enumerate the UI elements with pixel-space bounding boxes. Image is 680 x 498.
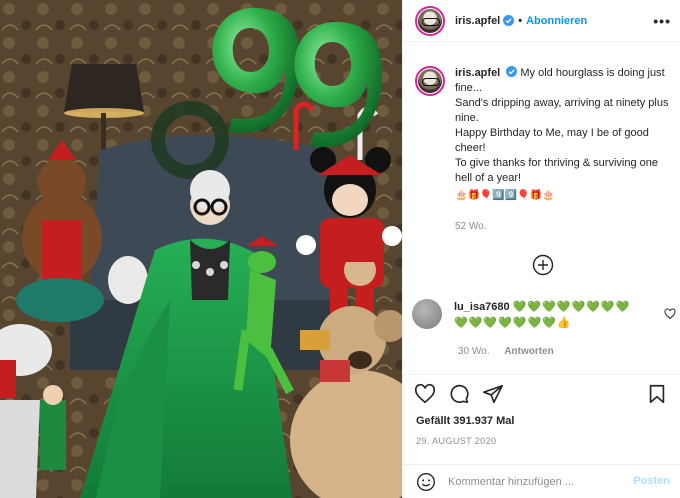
- comment-input[interactable]: [448, 476, 628, 488]
- reply-button[interactable]: Antworten: [504, 346, 553, 357]
- caption-line-2: Sand's dripping away, arriving at ninety…: [455, 97, 669, 124]
- actions-section: Gefällt 391.937 Mal 29. August 2020 Post…: [402, 374, 680, 498]
- photo-illustration: [0, 0, 402, 498]
- comment-meta: 30 Wo. Antworten: [458, 346, 554, 357]
- caption-line-4: To give thanks for thriving & surviving …: [455, 157, 658, 184]
- comment-bubble-icon[interactable]: [448, 383, 470, 405]
- emoji-smiley-icon[interactable]: [416, 472, 436, 492]
- lamp-shade: [64, 64, 144, 112]
- caption-text: iris.apfel My old hourglass is doing jus…: [455, 66, 673, 234]
- commenter-avatar[interactable]: [412, 299, 442, 329]
- separator-dot: •: [518, 14, 523, 27]
- post-photo[interactable]: [0, 0, 402, 498]
- caption-age: 52 Wo.: [455, 221, 487, 232]
- caption-line-3: Happy Birthday to Me, may I be of good c…: [455, 127, 649, 154]
- caption-avatar[interactable]: [415, 66, 445, 96]
- author-avatar[interactable]: [415, 5, 445, 36]
- instagram-post: iris.apfel • Abonnieren ••• iris.apfel M…: [0, 0, 680, 498]
- more-horizontal-icon[interactable]: •••: [653, 13, 671, 29]
- load-more-comments-icon[interactable]: [532, 254, 554, 276]
- comment-text: lu_isa7680 💚💚💚💚💚💚💚💚💚💚💚💚💚💚💚👍: [454, 299, 644, 331]
- post-comment-button[interactable]: Posten: [633, 475, 670, 487]
- caption-username[interactable]: iris.apfel: [455, 67, 500, 79]
- likes-count[interactable]: Gefällt 391.937 Mal: [416, 415, 514, 427]
- caption-emojis: 🎂🎁🎈9️⃣9️⃣🎈🎁🎂: [455, 190, 555, 201]
- post-header: iris.apfel • Abonnieren •••: [403, 0, 680, 42]
- author-username[interactable]: iris.apfel: [455, 15, 500, 27]
- save-bookmark-icon[interactable]: [646, 383, 668, 405]
- action-buttons: [414, 383, 504, 405]
- comment-item: lu_isa7680 💚💚💚💚💚💚💚💚💚💚💚💚💚💚💚👍: [412, 299, 676, 331]
- post-date: 29. August 2020: [416, 436, 497, 446]
- verified-badge-icon: [503, 15, 515, 26]
- add-comment-bar: Posten: [402, 464, 680, 498]
- like-heart-icon[interactable]: [414, 383, 436, 405]
- comment-age: 30 Wo.: [458, 346, 490, 357]
- caption-block: iris.apfel My old hourglass is doing jus…: [415, 66, 677, 234]
- verified-badge-icon: [506, 66, 518, 77]
- follow-button[interactable]: Abonnieren: [526, 15, 587, 27]
- commenter-username[interactable]: lu_isa7680: [454, 301, 510, 313]
- comment-like-heart-icon[interactable]: [664, 308, 676, 320]
- share-paper-plane-icon[interactable]: [482, 383, 504, 405]
